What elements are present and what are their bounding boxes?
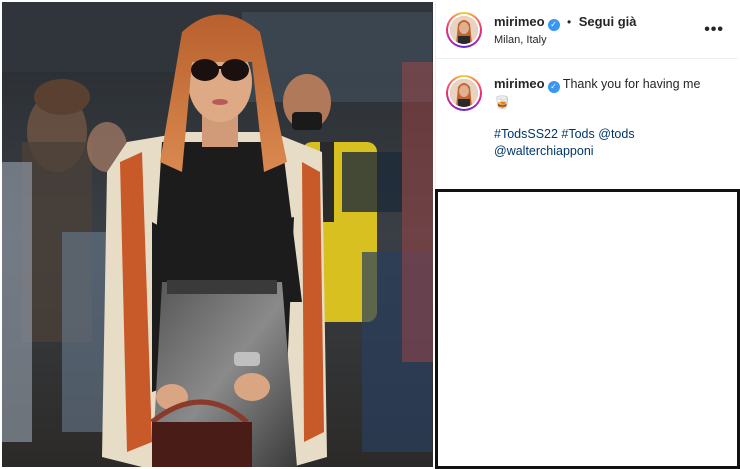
verified-badge-icon: ✓: [547, 81, 560, 93]
location-link[interactable]: Milan, Italy: [494, 34, 636, 48]
post-photo[interactable]: [2, 2, 433, 467]
tumbler-glass-emoji-icon: 🥃: [494, 95, 511, 110]
post-sidebar: mirimeo ✓ • Segui già Milan, Italy ••• m…: [435, 2, 738, 188]
verified-badge-icon: ✓: [547, 19, 560, 32]
more-options-icon[interactable]: •••: [704, 22, 724, 38]
avatar[interactable]: [446, 12, 482, 48]
caption-text: Thank you for having me: [562, 77, 701, 91]
caption-avatar[interactable]: [446, 75, 482, 111]
caption-comment: mirimeo ✓ Thank you for having me 🥃 #Tods…: [436, 59, 738, 161]
empty-comments-area: [435, 189, 740, 469]
avatar-image: [450, 16, 478, 44]
follow-button[interactable]: Segui già: [579, 14, 637, 29]
mention-tods[interactable]: @tods: [598, 127, 634, 141]
caption-username[interactable]: mirimeo: [494, 76, 545, 91]
caption-tags: #TodsSS22 #Tods @tods @walterchiapponi: [494, 126, 724, 161]
post-header: mirimeo ✓ • Segui già Milan, Italy •••: [436, 2, 738, 59]
header-text: mirimeo ✓ • Segui già Milan, Italy: [494, 12, 636, 48]
separator-dot: •: [567, 15, 572, 30]
mention-walterchiapponi[interactable]: @walterchiapponi: [494, 144, 594, 158]
instagram-post-screenshot: mirimeo ✓ • Segui già Milan, Italy ••• m…: [0, 0, 740, 469]
caption-body: mirimeo ✓ Thank you for having me 🥃 #Tods…: [494, 75, 724, 161]
street-style-photo: [2, 2, 433, 467]
avatar-portrait-icon: [450, 16, 478, 44]
avatar-portrait-icon: [450, 79, 478, 107]
hashtag-links[interactable]: #TodsSS22 #Tods: [494, 127, 595, 141]
header-username[interactable]: mirimeo: [494, 14, 545, 29]
caption-avatar-image: [450, 79, 478, 107]
